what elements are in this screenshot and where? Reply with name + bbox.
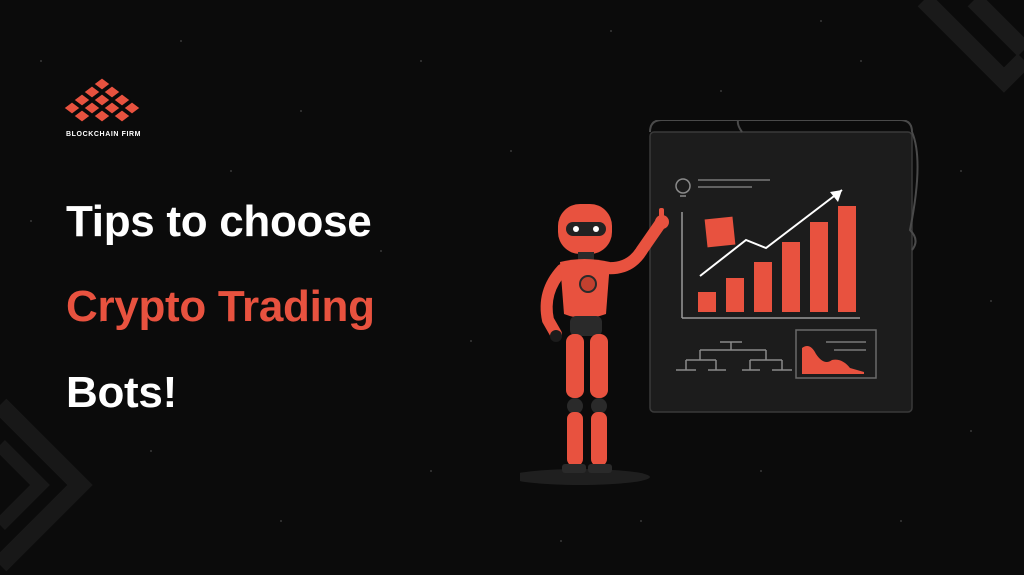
brand-name: BLOCKCHAIN FIRM <box>66 131 142 138</box>
headline-line-3: Bots! <box>66 368 177 417</box>
stacked-cubes-logo-icon <box>64 78 140 123</box>
presentation-board <box>649 120 919 413</box>
headline-line-2: Crypto Trading <box>66 282 375 331</box>
corner-chevron-decoration-top-right <box>917 0 1024 93</box>
robot-presenting-bar-chart-icon <box>520 120 919 485</box>
banner: BLOCKCHAIN FIRM Tips to choose Crypto Tr… <box>0 0 1024 575</box>
headline-line-1: Tips to choose <box>66 197 372 246</box>
sticky-note <box>704 216 736 248</box>
